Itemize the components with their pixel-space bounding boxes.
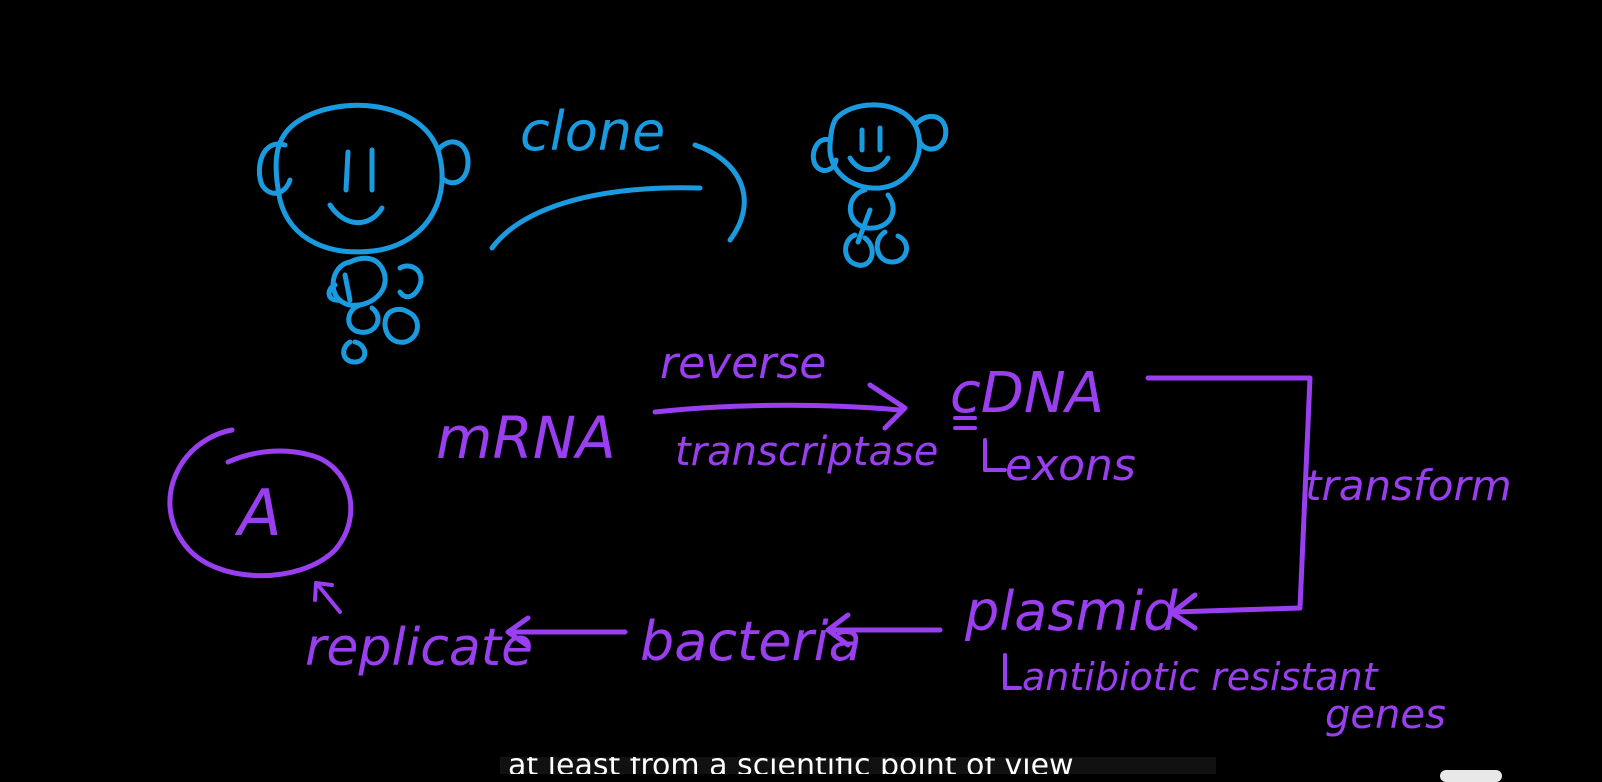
- circled-a-letter: A: [234, 477, 282, 551]
- enzyme-top-label: reverse: [660, 338, 826, 389]
- player-control-button[interactable]: [1440, 770, 1502, 782]
- mrna-label: mRNA: [436, 404, 616, 472]
- exons-branch: [983, 438, 1007, 472]
- transform-label: transform: [1305, 461, 1512, 510]
- replicate-to-a-arrow: [313, 581, 342, 614]
- bacteria-label: bacteria: [640, 610, 862, 673]
- reverse-transcriptase-arrow: [652, 382, 908, 431]
- replicate-label: replicate: [305, 618, 533, 678]
- antibiotic-branch: [1003, 653, 1022, 690]
- caption-text: at least from a scientific point of view: [508, 757, 1074, 774]
- genes-label: genes: [1325, 692, 1446, 738]
- enzyme-bottom-label: transcriptase: [675, 429, 938, 475]
- whiteboard-canvas: clone A mRNA reverse transcriptase cDNA …: [167, 100, 1512, 738]
- exons-label: exons: [1005, 440, 1136, 491]
- plasmid-label: plasmid: [964, 580, 1178, 643]
- subtitle-caption: at least from a scientific point of view: [500, 757, 1216, 774]
- cloned-organism-drawing: [810, 102, 949, 268]
- clone-label: clone: [520, 100, 665, 163]
- original-organism-drawing: [256, 102, 471, 365]
